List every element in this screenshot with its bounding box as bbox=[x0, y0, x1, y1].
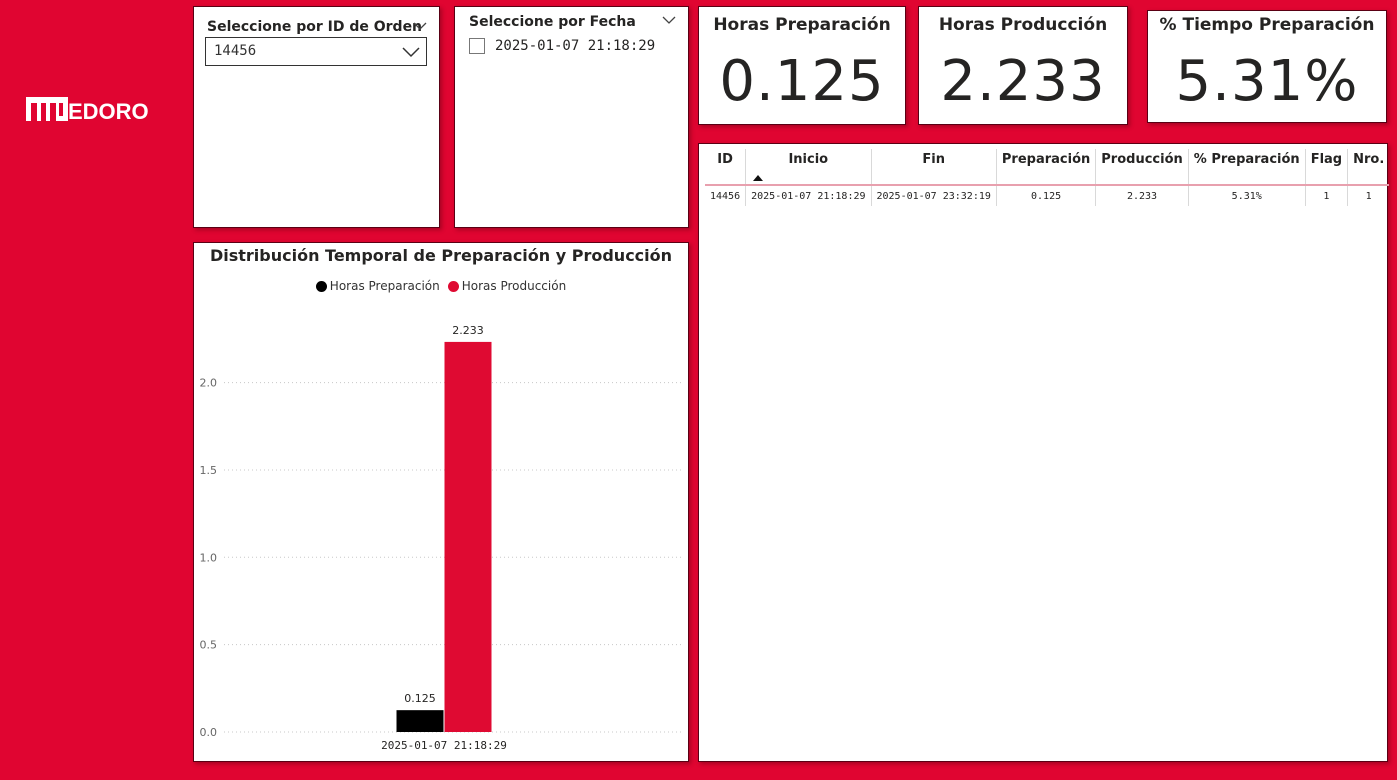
order-id-slicer: Seleccione por ID de Orden 14456 bbox=[193, 6, 440, 228]
bar-preparacion bbox=[396, 710, 444, 732]
bar-chart: 0.0 0.5 1.0 1.5 2.0 0.125 2.233 2025-01-07 21:1… bbox=[200, 324, 682, 752]
table-cell: 2.233 bbox=[1095, 185, 1189, 206]
order-slicer-title: Seleccione por ID de Orden bbox=[207, 19, 423, 35]
y-tick-label: 0.5 bbox=[200, 639, 218, 652]
chevron-down-icon bbox=[402, 47, 420, 58]
order-id-selected: 14456 bbox=[214, 43, 257, 59]
column-header-label: Inicio bbox=[788, 152, 829, 167]
table-cell: 14456 bbox=[705, 185, 747, 206]
data-label: 2.233 bbox=[452, 324, 484, 337]
kpi-card-porcentaje: % Tiempo Preparación 5.31% bbox=[1147, 10, 1387, 123]
table-cell: 2025-01-07 21:18:29 bbox=[745, 185, 872, 206]
table-cell: 1 bbox=[1305, 185, 1349, 206]
chevron-down-icon[interactable] bbox=[413, 21, 427, 31]
table-cell: 5.31% bbox=[1188, 185, 1306, 206]
order-id-dropdown[interactable]: 14456 bbox=[205, 37, 427, 66]
kpi-value: 0.125 bbox=[719, 49, 885, 114]
table-cell: 0.125 bbox=[996, 185, 1097, 206]
kpi-value: 2.233 bbox=[940, 49, 1106, 114]
medoro-logo: EDORO bbox=[26, 92, 172, 126]
y-tick-label: 0.0 bbox=[200, 726, 218, 739]
y-tick-label: 1.5 bbox=[200, 464, 218, 477]
kpi-card-preparacion: Horas Preparación 0.125 bbox=[698, 6, 906, 125]
column-header-inicio[interactable]: Inicio bbox=[745, 149, 872, 186]
table-cell: 1 bbox=[1365, 190, 1372, 202]
column-header-produccion[interactable]: Producción bbox=[1095, 149, 1189, 186]
column-header-nro[interactable]: Nro. bbox=[1347, 149, 1390, 186]
chart-panel: Distribución Temporal de Preparación y P… bbox=[193, 242, 689, 762]
kpi-card-produccion: Horas Producción 2.233 bbox=[918, 6, 1128, 125]
table-header-row: ID Inicio Fin Preparación Producción % P… bbox=[705, 149, 1390, 186]
x-tick-label: 2025-01-07 21:18:29 bbox=[381, 739, 507, 752]
table-cell: 2025-01-07 23:32:19 bbox=[871, 185, 997, 206]
date-slicer: Seleccione por Fecha 2025-01-07 21:18:29 bbox=[454, 6, 689, 228]
kpi-title: % Tiempo Preparación bbox=[1159, 15, 1375, 35]
data-label: 0.125 bbox=[404, 692, 436, 705]
column-header-flag[interactable]: Flag bbox=[1305, 149, 1349, 186]
column-header-pct-preparacion[interactable]: % Preparación bbox=[1188, 149, 1306, 186]
kpi-value: 5.31% bbox=[1175, 49, 1359, 114]
column-header-preparacion[interactable]: Preparación bbox=[996, 149, 1097, 186]
column-header-id[interactable]: ID bbox=[705, 149, 747, 186]
date-option-row[interactable]: 2025-01-07 21:18:29 bbox=[469, 38, 655, 54]
y-tick-label: 2.0 bbox=[200, 377, 218, 390]
date-option-label: 2025-01-07 21:18:29 bbox=[495, 38, 656, 54]
column-header-fin[interactable]: Fin bbox=[871, 149, 997, 186]
y-tick-label: 1.0 bbox=[200, 551, 218, 564]
table-row[interactable]: 14456 2025-01-07 21:18:29 2025-01-07 23:… bbox=[705, 185, 1389, 206]
sort-ascending-icon bbox=[753, 175, 764, 181]
date-option-checkbox[interactable] bbox=[469, 38, 485, 54]
orders-table-panel: ID Inicio Fin Preparación Producción % P… bbox=[698, 143, 1390, 762]
kpi-title: Horas Preparación bbox=[713, 15, 891, 35]
orders-table: ID Inicio Fin Preparación Producción % P… bbox=[705, 149, 1390, 206]
chevron-down-icon[interactable] bbox=[662, 15, 676, 25]
logo-text: EDORO bbox=[68, 99, 149, 124]
bar-produccion bbox=[444, 341, 492, 732]
kpi-title: Horas Producción bbox=[938, 15, 1108, 35]
date-slicer-title: Seleccione por Fecha bbox=[469, 14, 636, 30]
